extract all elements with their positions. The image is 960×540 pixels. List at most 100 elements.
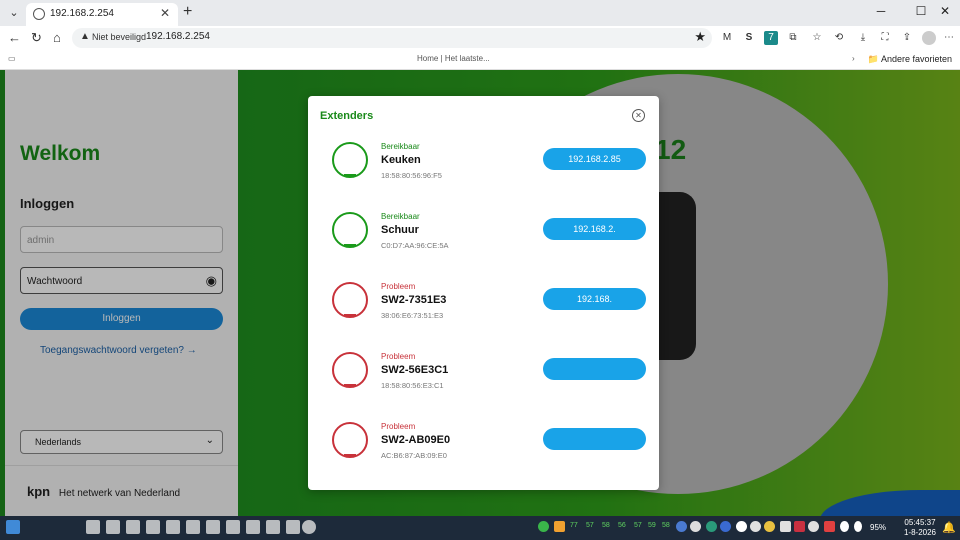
screenshot-icon[interactable]: ⛶ bbox=[878, 31, 892, 45]
extender-ip-button[interactable] bbox=[543, 428, 646, 450]
extension-s-icon[interactable]: S bbox=[742, 31, 756, 45]
taskbar-app[interactable] bbox=[302, 520, 316, 534]
start-button[interactable] bbox=[6, 520, 20, 534]
reload-icon[interactable]: ↻ bbox=[31, 30, 42, 46]
extender-status-icon bbox=[332, 422, 368, 458]
reading-list-icon[interactable]: ▭ bbox=[8, 54, 16, 63]
close-icon[interactable]: ✕ bbox=[632, 109, 645, 122]
taskbar-app[interactable] bbox=[266, 520, 280, 534]
bookmark-star-icon[interactable]: ★ bbox=[694, 29, 706, 45]
taskbar-app[interactable] bbox=[246, 520, 260, 534]
taskbar-app[interactable] bbox=[106, 520, 120, 534]
extender-row: Probleem SW2-7351E3 38:06:E6:73:51:E3 19… bbox=[308, 282, 659, 352]
tab-bar: ⌄ 192.168.2.254 ✕ + ─ ☐ ✕ bbox=[0, 0, 960, 26]
other-favorites[interactable]: 📁 Andere favorieten bbox=[868, 54, 952, 65]
clock-date: 1-8-2026 bbox=[903, 528, 937, 537]
close-window-button[interactable]: ✕ bbox=[930, 4, 960, 18]
minimize-button[interactable]: ─ bbox=[866, 4, 896, 18]
tray-app-icon[interactable] bbox=[554, 521, 565, 532]
tab-title: 192.168.2.254 bbox=[50, 8, 114, 19]
extender-ip-button[interactable] bbox=[543, 358, 646, 380]
extender-name: Schuur bbox=[381, 224, 419, 236]
taskbar-app[interactable] bbox=[86, 520, 100, 534]
extender-status: Bereikbaar bbox=[381, 212, 420, 221]
tray-app-icon[interactable] bbox=[764, 521, 775, 532]
url-text[interactable]: 192.168.2.254 bbox=[146, 31, 210, 42]
tray-number: 59 bbox=[648, 522, 656, 529]
notification-icon[interactable]: 🔔 bbox=[942, 521, 956, 534]
profile-avatar[interactable] bbox=[922, 31, 936, 45]
taskbar-app[interactable] bbox=[146, 520, 160, 534]
tray-app-icon[interactable] bbox=[676, 521, 687, 532]
warning-icon: ▲ bbox=[80, 31, 90, 42]
tray-app-icon[interactable] bbox=[720, 521, 731, 532]
extender-name: SW2-56E3C1 bbox=[381, 364, 449, 376]
taskbar-app[interactable] bbox=[166, 520, 180, 534]
taskbar-app[interactable] bbox=[226, 520, 240, 534]
other-favorites-label: Andere favorieten bbox=[880, 54, 952, 64]
extender-mac: 38:06:E6:73:51:E3 bbox=[381, 311, 444, 320]
battery-indicator[interactable]: 95% bbox=[870, 523, 886, 532]
extender-mac: 18:58:80:56:96:F5 bbox=[381, 171, 442, 180]
tray-number: 57 bbox=[586, 522, 594, 529]
tab-close-icon[interactable]: ✕ bbox=[160, 6, 170, 20]
tray-app-icon[interactable] bbox=[824, 521, 835, 532]
favorites-icon[interactable]: ☆ bbox=[810, 31, 824, 45]
extender-status-icon bbox=[332, 352, 368, 388]
extender-ip-button[interactable]: 192.168.2.85 bbox=[543, 148, 646, 170]
address-toolbar: ← ↻ ⌂ ▲ Niet beveiligd 192.168.2.254 ★ M… bbox=[0, 26, 960, 50]
extender-status: Probleem bbox=[381, 352, 416, 361]
taskbar-app[interactable] bbox=[126, 520, 140, 534]
tray-app-icon[interactable] bbox=[780, 521, 791, 532]
tab-list-dropdown-icon[interactable]: ⌄ bbox=[6, 5, 22, 21]
tray-number: 58 bbox=[662, 522, 670, 529]
home-icon[interactable]: ⌂ bbox=[53, 30, 61, 45]
extender-row: Bereikbaar Keuken 18:58:80:56:96:F5 192.… bbox=[308, 142, 659, 212]
tab-active[interactable]: 192.168.2.254 ✕ bbox=[26, 3, 178, 26]
taskbar-app[interactable] bbox=[206, 520, 220, 534]
bookmark-item[interactable]: Home | Het laatste... bbox=[417, 54, 490, 63]
extender-status-icon bbox=[332, 212, 368, 248]
tray-app-icon[interactable] bbox=[750, 521, 761, 532]
extender-row: Probleem SW2-AB09E0 AC:B6:87:AB:09:E0 bbox=[308, 422, 659, 492]
tray-number: 77 bbox=[570, 522, 578, 529]
tray-app-icon[interactable] bbox=[706, 521, 717, 532]
tray-number: 57 bbox=[634, 522, 642, 529]
new-tab-button[interactable]: + bbox=[183, 3, 192, 21]
clock-app-icon[interactable] bbox=[736, 521, 747, 532]
downloads-icon[interactable]: ⤓ bbox=[856, 31, 870, 45]
extender-name: SW2-7351E3 bbox=[381, 294, 447, 306]
tray-app-icon[interactable] bbox=[794, 521, 805, 532]
extender-mac: AC:B6:87:AB:09:E0 bbox=[381, 451, 447, 460]
taskbar-app[interactable] bbox=[286, 520, 300, 534]
taskbar: 77 57 58 56 57 59 58 95% 05:45:37 1-8-20… bbox=[0, 516, 960, 540]
back-icon[interactable]: ← bbox=[8, 30, 21, 45]
taskbar-app[interactable] bbox=[186, 520, 200, 534]
extender-status-icon bbox=[332, 282, 368, 318]
extender-mac: C0:D7:AA:96:CE:5A bbox=[381, 241, 449, 250]
extender-ip-button[interactable]: 192.168. bbox=[543, 288, 646, 310]
extender-name: Keuken bbox=[381, 154, 421, 166]
bookmarks-overflow-icon[interactable]: › bbox=[852, 54, 855, 63]
extender-row: Probleem SW2-56E3C1 18:58:80:56:E3:C1 bbox=[308, 352, 659, 422]
tray-app-icon[interactable] bbox=[808, 521, 819, 532]
extender-row: Bereikbaar Schuur C0:D7:AA:96:CE:5A 192.… bbox=[308, 212, 659, 282]
extenders-modal: Extenders ✕ Bereikbaar Keuken 18:58:80:5… bbox=[308, 96, 659, 490]
extender-mac: 18:58:80:56:E3:C1 bbox=[381, 381, 444, 390]
wechat-icon[interactable] bbox=[538, 521, 549, 532]
tray-app-icon[interactable] bbox=[690, 521, 701, 532]
wifi-icon[interactable] bbox=[840, 521, 849, 532]
share-icon[interactable]: ⇪ bbox=[900, 31, 914, 45]
tab-favicon-icon bbox=[33, 8, 45, 20]
extension-teal-icon[interactable]: 7 bbox=[764, 31, 778, 45]
clock[interactable]: 05:45:37 1-8-2026 bbox=[900, 518, 940, 538]
extension-m-icon[interactable]: M bbox=[720, 31, 734, 45]
volume-icon[interactable] bbox=[854, 521, 862, 532]
modal-title: Extenders bbox=[320, 110, 374, 122]
extensions-puzzle-icon[interactable]: ⧉ bbox=[786, 31, 800, 45]
url-bar[interactable]: ▲ Niet beveiligd 192.168.2.254 ★ bbox=[72, 28, 712, 48]
history-icon[interactable]: ⟲ bbox=[832, 31, 846, 45]
menu-icon[interactable]: ⋯ bbox=[942, 31, 956, 45]
security-label[interactable]: Niet beveiligd bbox=[92, 32, 146, 42]
extender-ip-button[interactable]: 192.168.2. bbox=[543, 218, 646, 240]
